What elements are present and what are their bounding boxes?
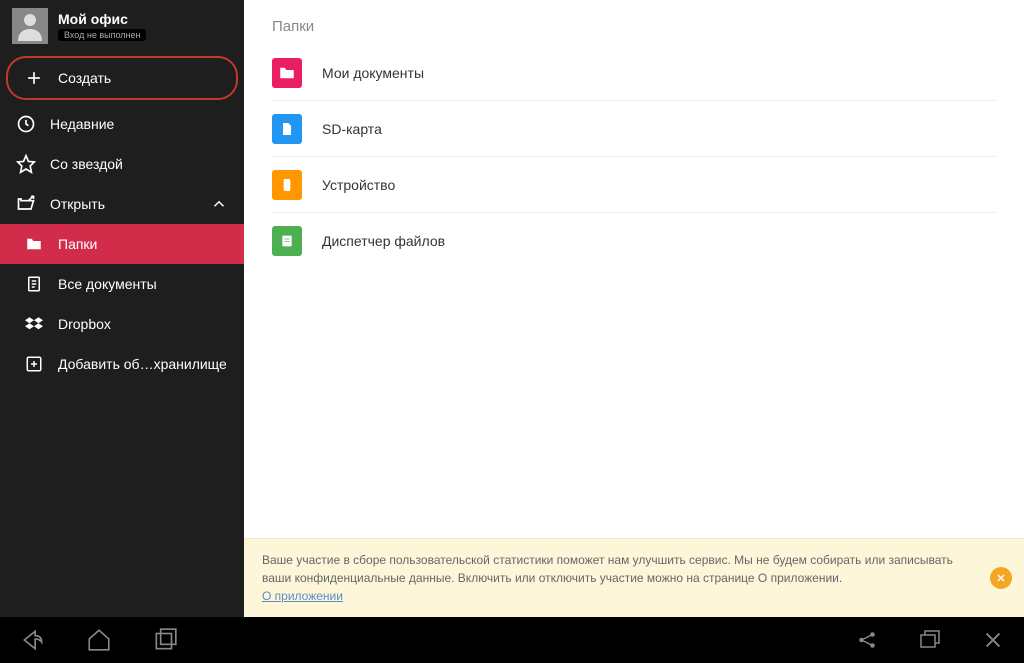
sidebar-item-all-docs[interactable]: Все документы [0,264,244,304]
nav-share-button[interactable] [856,629,878,651]
add-box-icon [24,354,44,374]
folder-icon [272,58,302,88]
create-button[interactable]: Создать [6,56,238,100]
plus-icon [24,68,44,88]
android-navbar [0,617,1024,663]
nav-close-button[interactable] [982,629,1004,651]
section-title: Папки [244,0,1024,45]
sidebar-item-label: Создать [58,70,111,86]
sidebar-item-recent[interactable]: Недавние [0,104,244,144]
notice-close-button[interactable] [990,567,1012,589]
sidebar-item-label: Добавить об…хранилище [58,356,227,372]
notice-bar: Ваше участие в сборе пользовательской ст… [244,538,1024,617]
chevron-up-icon [210,195,228,213]
sidebar-item-starred[interactable]: Со звездой [0,144,244,184]
clock-icon [16,114,36,134]
folder-label: Мои документы [322,65,424,81]
user-name: Мой офис [58,11,146,27]
sidebar-item-label: Папки [58,236,97,252]
sidebar-header[interactable]: Мой офис Вход не выполнен [0,0,244,52]
nav-recent-button[interactable] [152,627,178,653]
folder-list: Мои документы SD-карта Устройство Диспет… [244,45,1024,269]
folder-row-device[interactable]: Устройство [272,157,996,213]
sidebar-item-label: Dropbox [58,316,111,332]
folder-row-documents[interactable]: Мои документы [272,45,996,101]
nav-windows-button[interactable] [918,628,942,652]
sidebar-item-folders[interactable]: Папки [0,224,244,264]
document-icon [24,274,44,294]
sd-icon [272,114,302,144]
sidebar-item-label: Открыть [50,196,105,212]
nav-home-button[interactable] [86,627,112,653]
main-content: Папки Мои документы SD-карта Устройство [244,0,1024,617]
open-folder-icon [16,194,36,214]
sidebar-item-label: Все документы [58,276,157,292]
folder-icon [24,234,44,254]
sidebar-item-label: Недавние [50,116,114,132]
sidebar-item-label: Со звездой [50,156,123,172]
files-icon [272,226,302,256]
sidebar-item-open[interactable]: Открыть [0,184,244,224]
star-icon [16,154,36,174]
folder-label: Диспетчер файлов [322,233,445,249]
sidebar: Мой офис Вход не выполнен Создать Недавн… [0,0,244,617]
folder-row-filemanager[interactable]: Диспетчер файлов [272,213,996,269]
sidebar-item-dropbox[interactable]: Dropbox [0,304,244,344]
folder-row-sdcard[interactable]: SD-карта [272,101,996,157]
folder-label: SD-карта [322,121,382,137]
notice-link[interactable]: О приложении [262,589,343,603]
dropbox-icon [24,314,44,334]
device-icon [272,170,302,200]
notice-text: Ваше участие в сборе пользовательской ст… [262,553,953,585]
folder-label: Устройство [322,177,395,193]
avatar [12,8,48,44]
nav-back-button[interactable] [20,627,46,653]
user-status: Вход не выполнен [58,29,146,41]
sidebar-item-add-storage[interactable]: Добавить об…хранилище [0,344,244,384]
